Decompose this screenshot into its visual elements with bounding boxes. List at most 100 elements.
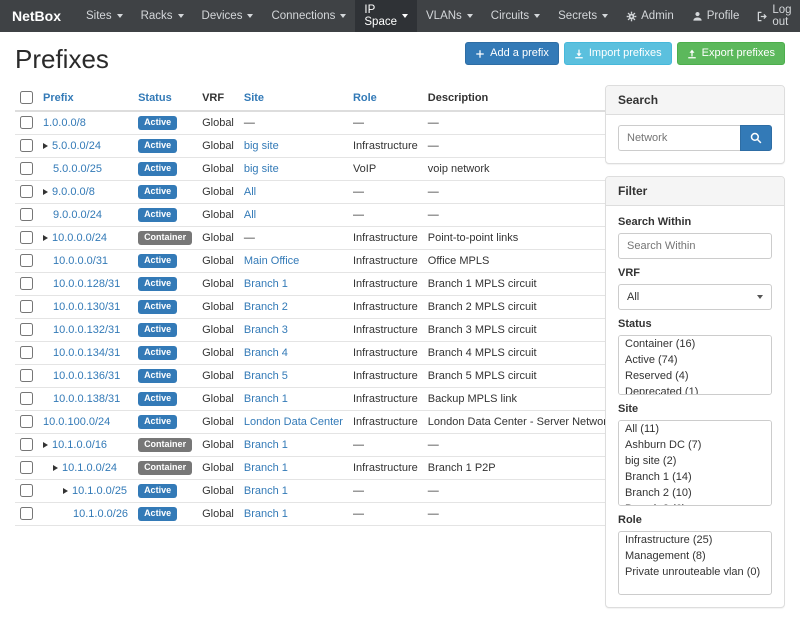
column-header-site[interactable]: Site <box>239 85 348 111</box>
row-checkbox[interactable] <box>20 185 33 198</box>
site-link[interactable]: big site <box>244 163 279 175</box>
prefix-link[interactable]: 10.0.0.0/31 <box>53 255 108 267</box>
prefix-link[interactable]: 10.1.0.0/16 <box>52 439 107 451</box>
prefix-link[interactable]: 10.1.0.0/26 <box>73 508 128 520</box>
expand-caret-icon[interactable] <box>43 235 48 241</box>
listbox-option[interactable]: Active (74) <box>619 352 771 368</box>
column-header-role[interactable]: Role <box>348 85 423 111</box>
row-checkbox[interactable] <box>20 507 33 520</box>
listbox-option[interactable]: Private unrouteable vlan (0) <box>619 564 771 580</box>
nav-item-secrets[interactable]: Secrets <box>549 0 617 32</box>
nav-item-connections[interactable]: Connections <box>262 0 355 32</box>
row-checkbox[interactable] <box>20 208 33 221</box>
row-checkbox[interactable] <box>20 392 33 405</box>
site-link[interactable]: All <box>244 186 256 198</box>
prefix-link[interactable]: 5.0.0.0/24 <box>52 140 101 152</box>
listbox-option[interactable]: Branch 3 (6) <box>619 501 771 506</box>
site-link[interactable]: Branch 5 <box>244 370 288 382</box>
nav-item-devices[interactable]: Devices <box>193 0 263 32</box>
site-link[interactable]: Branch 2 <box>244 301 288 313</box>
search-input[interactable] <box>618 125 740 151</box>
prefix-link[interactable]: 10.1.0.0/25 <box>72 485 127 497</box>
site-link[interactable]: Branch 1 <box>244 393 288 405</box>
listbox-option[interactable]: Infrastructure (25) <box>619 532 771 548</box>
row-checkbox[interactable] <box>20 415 33 428</box>
listbox-option[interactable]: Reserved (4) <box>619 368 771 384</box>
prefix-link[interactable]: 5.0.0.0/25 <box>53 163 102 175</box>
nav-item-circuits[interactable]: Circuits <box>482 0 549 32</box>
site-link[interactable]: Main Office <box>244 255 299 267</box>
row-checkbox[interactable] <box>20 323 33 336</box>
prefix-link[interactable]: 10.0.0.138/31 <box>53 393 120 405</box>
expand-caret-icon[interactable] <box>63 488 68 494</box>
expand-caret-icon[interactable] <box>43 189 48 195</box>
navbar-brand[interactable]: NetBox <box>12 0 77 32</box>
prefix-link[interactable]: 10.0.0.130/31 <box>53 301 120 313</box>
prefix-link[interactable]: 10.0.0.136/31 <box>53 370 120 382</box>
site-listbox[interactable]: All (11)Ashburn DC (7)big site (2)Branch… <box>618 420 772 506</box>
site-link[interactable]: London Data Center <box>244 416 343 428</box>
expand-caret-icon[interactable] <box>53 465 58 471</box>
prefix-link[interactable]: 10.0.0.132/31 <box>53 324 120 336</box>
expand-caret-icon[interactable] <box>43 143 48 149</box>
listbox-option[interactable]: Branch 2 (10) <box>619 485 771 501</box>
row-checkbox[interactable] <box>20 277 33 290</box>
checkbox-cell <box>15 250 38 273</box>
row-checkbox[interactable] <box>20 346 33 359</box>
listbox-option[interactable]: Deprecated (1) <box>619 384 771 395</box>
expand-caret-icon[interactable] <box>43 442 48 448</box>
description-cell: Branch 2 MPLS circuit <box>423 296 618 319</box>
column-header-status[interactable]: Status <box>133 85 197 111</box>
nav-item-log-out[interactable]: Log out <box>748 0 800 32</box>
add-a-prefix-button[interactable]: Add a prefix <box>465 42 559 65</box>
status-listbox[interactable]: Container (16)Active (74)Reserved (4)Dep… <box>618 335 772 395</box>
nav-item-vlans[interactable]: VLANs <box>417 0 482 32</box>
row-checkbox[interactable] <box>20 484 33 497</box>
row-checkbox[interactable] <box>20 461 33 474</box>
site-link[interactable]: big site <box>244 140 279 152</box>
row-checkbox[interactable] <box>20 116 33 129</box>
site-link[interactable]: Branch 3 <box>244 324 288 336</box>
prefix-link[interactable]: 9.0.0.0/24 <box>53 209 102 221</box>
site-link[interactable]: Branch 1 <box>244 508 288 520</box>
row-checkbox[interactable] <box>20 162 33 175</box>
row-checkbox[interactable] <box>20 139 33 152</box>
nav-item-profile[interactable]: Profile <box>683 0 749 32</box>
prefix-link[interactable]: 10.0.0.128/31 <box>53 278 120 290</box>
site-link[interactable]: Branch 1 <box>244 462 288 474</box>
site-link[interactable]: Branch 1 <box>244 278 288 290</box>
prefix-link[interactable]: 10.0.100.0/24 <box>43 416 110 428</box>
listbox-option[interactable]: Management (8) <box>619 548 771 564</box>
row-checkbox[interactable] <box>20 300 33 313</box>
site-link[interactable]: Branch 1 <box>244 485 288 497</box>
export-prefixes-button[interactable]: Export prefixes <box>677 42 785 65</box>
row-checkbox[interactable] <box>20 254 33 267</box>
site-link[interactable]: Branch 4 <box>244 347 288 359</box>
search-button[interactable] <box>740 125 772 151</box>
nav-item-ip-space[interactable]: IP Space <box>355 0 417 32</box>
import-prefixes-button[interactable]: Import prefixes <box>564 42 672 65</box>
site-link[interactable]: Branch 1 <box>244 439 288 451</box>
vrf-select[interactable]: All <box>618 284 772 310</box>
search-within-input[interactable] <box>618 233 772 259</box>
listbox-option[interactable]: Ashburn DC (7) <box>619 437 771 453</box>
nav-item-racks[interactable]: Racks <box>132 0 193 32</box>
nav-item-admin[interactable]: Admin <box>617 0 683 32</box>
site-link[interactable]: All <box>244 209 256 221</box>
prefix-link[interactable]: 1.0.0.0/8 <box>43 117 86 129</box>
row-checkbox[interactable] <box>20 231 33 244</box>
listbox-option[interactable]: All (11) <box>619 421 771 437</box>
row-checkbox[interactable] <box>20 438 33 451</box>
row-checkbox[interactable] <box>20 369 33 382</box>
prefix-link[interactable]: 10.1.0.0/24 <box>62 462 117 474</box>
prefix-link[interactable]: 10.0.0.0/24 <box>52 232 107 244</box>
nav-item-sites[interactable]: Sites <box>77 0 132 32</box>
select-all-checkbox[interactable] <box>20 91 33 104</box>
listbox-option[interactable]: Branch 1 (14) <box>619 469 771 485</box>
prefix-link[interactable]: 10.0.0.134/31 <box>53 347 120 359</box>
role-listbox[interactable]: Infrastructure (25)Management (8)Private… <box>618 531 772 595</box>
listbox-option[interactable]: Container (16) <box>619 336 771 352</box>
column-header-prefix[interactable]: Prefix <box>38 85 133 111</box>
listbox-option[interactable]: big site (2) <box>619 453 771 469</box>
prefix-link[interactable]: 9.0.0.0/8 <box>52 186 95 198</box>
